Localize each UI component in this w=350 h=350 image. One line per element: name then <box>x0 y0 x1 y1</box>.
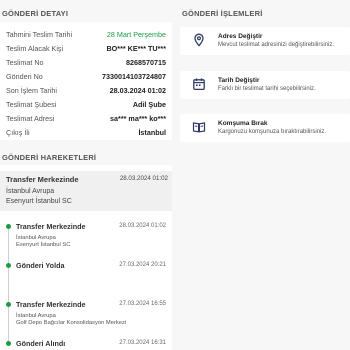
detail-row-recipient: Teslim Alacak Kişi BO*** KE*** TU*** <box>6 42 166 54</box>
detail-value: 28.03.2024 01:02 <box>109 85 166 95</box>
latest-movement: Transfer Merkezinde 28.03.2024 01:02 İst… <box>0 171 172 211</box>
detail-label: Teslim Alacak Kişi <box>6 43 64 53</box>
movement-location: İstanbul Avrupa <box>16 313 56 319</box>
timeline-dot <box>6 302 11 307</box>
details-section-title: GÖNDERİ DETAYI <box>2 9 69 18</box>
detail-label: Son İşlem Tarihi <box>6 85 57 95</box>
location-pin-icon <box>194 33 204 47</box>
actions-section-title: GÖNDERİ İŞLEMLERİ <box>182 9 263 18</box>
action-title: Komşuma Bırak <box>218 120 268 127</box>
detail-value: 28 Mart Perşembe <box>106 29 166 39</box>
movements-section-title: GÖNDERİ HAREKETLERİ <box>2 153 97 162</box>
movement-name: Gönderi Yolda <box>16 261 65 270</box>
change-date-button[interactable]: Tarih Değiştir Farklı bir teslimat tarih… <box>180 71 350 99</box>
movement-branch: Esenyurt İstanbul SC <box>16 242 71 248</box>
timeline-dot <box>6 224 11 229</box>
latest-movement-time: 28.03.2024 01:02 <box>119 175 168 182</box>
detail-value: İstanbul <box>138 127 166 137</box>
movement-name: Gönderi Alındı <box>16 339 66 348</box>
timeline-dot <box>6 263 11 268</box>
timeline-dot <box>6 341 11 346</box>
detail-value: 7330014103724807 <box>102 71 166 81</box>
detail-value: sa*** ma*** ko*** <box>110 113 166 123</box>
detail-value: 8268570715 <box>126 57 166 67</box>
movement-time: 27.03.2024 20:21 <box>119 262 166 268</box>
detail-label: Teslimat Şubesi <box>6 99 57 109</box>
movement-location: İstanbul Avrupa <box>16 235 56 241</box>
latest-movement-location: İstanbul Avrupa <box>6 188 55 195</box>
action-title: Adres Değiştir <box>218 33 263 40</box>
detail-row-delivery-no: Teslimat No 8268570715 <box>6 56 166 68</box>
detail-row-delivery-address: Teslimat Adresi sa*** ma*** ko*** <box>6 112 166 124</box>
detail-row-estimated-date: Tahmini Teslim Tarihi 28 Mart Perşembe <box>6 28 166 40</box>
timeline-line <box>8 228 9 343</box>
detail-row-shipment-no: Gönderi No 7330014103724807 <box>6 70 166 82</box>
movement-time: 27.03.2024 16:55 <box>119 301 166 307</box>
shipment-movements-panel: Transfer Merkezinde 28.03.2024 01:02 İst… <box>0 165 172 350</box>
detail-label: Çıkış İli <box>6 127 30 137</box>
action-description: Kargonuzu komşunuza bıraktırabilirsiniz. <box>218 129 327 135</box>
movement-name: Transfer Merkezinde <box>16 222 86 231</box>
movement-name: Transfer Merkezinde <box>16 300 86 309</box>
detail-value: Adil Şube <box>132 99 166 109</box>
latest-movement-name: Transfer Merkezinde <box>6 175 79 184</box>
detail-label: Tahmini Teslim Tarihi <box>6 29 73 39</box>
movement-branch: Golf Depo Bağcılar Konsolidasyon Merkezi <box>16 320 127 326</box>
leave-with-neighbor-button[interactable]: Komşuma Bırak Kargonuzu komşunuza bırakt… <box>180 114 350 142</box>
action-title: Tarih Değiştir <box>218 77 260 84</box>
movement-time: 28.03.2024 01:02 <box>119 223 166 229</box>
detail-value: BO*** KE*** TU*** <box>106 43 166 53</box>
detail-row-delivery-branch: Teslimat Şubesi Adil Şube <box>6 98 166 110</box>
calendar-icon <box>193 78 205 91</box>
detail-label: Teslimat No <box>6 57 44 67</box>
action-description: Mevcut teslimat adresinizi değiştirebili… <box>218 42 335 48</box>
action-description: Farklı bir teslimat tarihi seçebilirsini… <box>218 86 316 92</box>
detail-row-last-action-date: Son İşlem Tarihi 28.03.2024 01:02 <box>6 84 166 96</box>
shipment-details-card: Tahmini Teslim Tarihi 28 Mart Perşembe T… <box>0 22 172 140</box>
latest-movement-branch: Esenyurt İstanbul SC <box>6 198 72 205</box>
detail-row-origin-city: Çıkış İli İstanbul <box>6 126 166 138</box>
detail-label: Teslimat Adresi <box>6 113 55 123</box>
change-address-button[interactable]: Adres Değiştir Mevcut teslimat adresiniz… <box>180 27 350 55</box>
detail-label: Gönderi No <box>6 71 43 81</box>
book-icon <box>192 122 206 133</box>
movement-time: 27.03.2024 16:31 <box>119 340 166 346</box>
